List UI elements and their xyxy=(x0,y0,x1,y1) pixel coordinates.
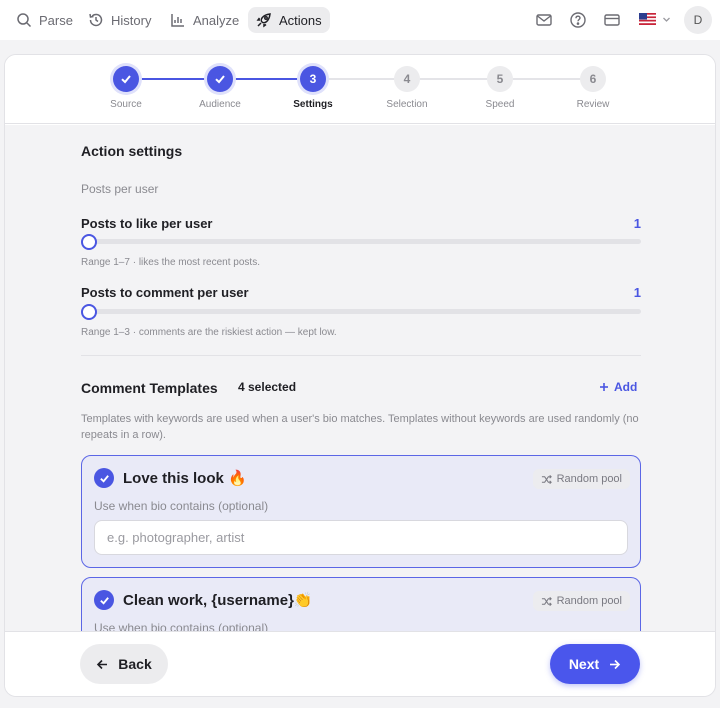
step-2-audience[interactable] xyxy=(207,66,233,92)
group-label: Posts per user xyxy=(81,182,159,196)
step-6-review[interactable]: 6 xyxy=(580,66,606,92)
add-template-label: Add xyxy=(614,380,638,394)
step-4-selection[interactable]: 4 xyxy=(394,66,420,92)
template-checkbox[interactable] xyxy=(94,468,114,488)
comment-slider-track[interactable] xyxy=(81,309,641,314)
plus-icon xyxy=(600,383,608,391)
avatar[interactable]: D xyxy=(684,6,712,34)
step-label: Selection xyxy=(386,99,428,110)
settings-content[interactable]: Action settings Posts per user Posts to … xyxy=(5,125,715,631)
templates-description: Templates with keywords are used when a … xyxy=(81,413,639,441)
step-label: Source xyxy=(110,99,142,110)
like-slider-label: Posts to like per user xyxy=(81,216,213,231)
nav-parse[interactable]: Parse xyxy=(8,7,81,33)
language-selector[interactable] xyxy=(639,13,671,25)
step-label: Settings xyxy=(293,99,333,110)
section-title: Action settings xyxy=(81,143,183,159)
top-navigation: Parse History Analyze Actions D xyxy=(0,0,720,40)
nav-actions-label: Actions xyxy=(279,12,322,28)
template-checkbox[interactable] xyxy=(94,590,114,610)
keyword-field-label: Use when bio contains (optional) xyxy=(94,499,269,513)
like-slider-track[interactable] xyxy=(81,239,641,244)
random-pool-badge: Random pool xyxy=(532,591,630,611)
random-pool-badge: Random pool xyxy=(532,469,630,489)
arrow-left-icon xyxy=(97,659,108,669)
template-title: Clean work, {username}👏 xyxy=(123,592,313,609)
back-label: Back xyxy=(118,656,152,672)
comment-slider-thumb[interactable] xyxy=(81,304,97,320)
shuffle-icon xyxy=(541,474,552,484)
next-button[interactable]: Next xyxy=(550,644,640,684)
help-icon[interactable] xyxy=(569,11,587,29)
nav-analyze-label: Analyze xyxy=(193,12,240,28)
us-flag-icon xyxy=(639,13,656,25)
nav-history-label: History xyxy=(111,12,152,28)
wizard-card: 3 4 5 6 Source Audience Settings Selecti… xyxy=(4,54,716,697)
comment-slider-hint: Range 1–3 · comments are the riskiest ac… xyxy=(81,327,337,338)
bar-chart-icon xyxy=(171,14,184,27)
search-icon xyxy=(17,13,32,28)
mail-icon[interactable] xyxy=(535,11,553,29)
check-icon xyxy=(99,474,109,483)
template-card[interactable]: Love this look 🔥 Random pool Use when bi… xyxy=(81,455,641,568)
wizard-footer: Back Next xyxy=(5,631,715,696)
step-label: Review xyxy=(576,99,610,110)
stepper: 3 4 5 6 Source Audience Settings Selecti… xyxy=(5,55,715,124)
rocket-icon xyxy=(256,13,271,28)
keyword-input[interactable] xyxy=(94,520,628,555)
next-label: Next xyxy=(568,656,600,672)
step-connector xyxy=(126,78,220,80)
step-3-settings[interactable]: 3 xyxy=(300,66,326,92)
badge-label: Random pool xyxy=(556,595,622,607)
check-icon xyxy=(121,75,131,84)
nav-history[interactable]: History xyxy=(80,7,159,33)
history-icon xyxy=(89,13,103,27)
like-slider-thumb[interactable] xyxy=(81,234,97,250)
card-icon[interactable] xyxy=(603,11,621,29)
keyword-field-label: Use when bio contains (optional) xyxy=(94,621,269,631)
template-card[interactable]: Clean work, {username}👏 Random pool Use … xyxy=(81,577,641,631)
chevron-down-icon xyxy=(663,17,670,22)
step-1-source[interactable] xyxy=(113,66,139,92)
comment-slider-value: 1 xyxy=(633,285,641,300)
step-label: Speed xyxy=(485,99,515,110)
nav-parse-label: Parse xyxy=(39,12,73,28)
step-label: Audience xyxy=(199,99,241,110)
step-5-speed[interactable]: 5 xyxy=(487,66,513,92)
add-template-button[interactable]: Add xyxy=(599,380,637,394)
template-title: Love this look 🔥 xyxy=(123,470,247,487)
divider xyxy=(81,355,641,356)
like-slider-hint: Range 1–7 · likes the most recent posts. xyxy=(81,257,260,268)
check-icon xyxy=(215,75,225,84)
back-button[interactable]: Back xyxy=(80,644,168,684)
templates-selected-count: 4 selected xyxy=(238,380,297,394)
templates-title: Comment Templates xyxy=(81,380,218,396)
badge-label: Random pool xyxy=(556,473,622,485)
comment-slider-label: Posts to comment per user xyxy=(81,285,249,300)
shuffle-icon xyxy=(541,596,552,606)
step-connector xyxy=(313,78,407,80)
like-slider-value: 1 xyxy=(633,216,641,231)
check-icon xyxy=(99,596,109,605)
nav-analyze[interactable]: Analyze xyxy=(162,7,247,33)
arrow-right-icon xyxy=(610,659,621,669)
nav-actions[interactable]: Actions xyxy=(248,7,330,33)
